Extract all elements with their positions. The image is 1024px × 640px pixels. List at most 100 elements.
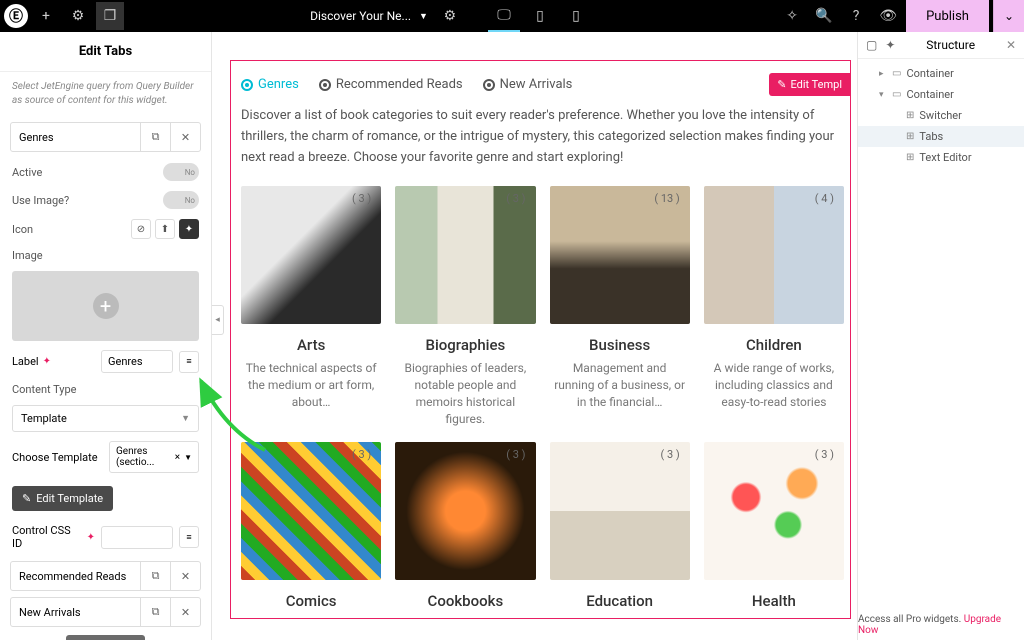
tab-recommended[interactable]: Recommended Reads xyxy=(319,77,463,92)
icon-upload-icon[interactable]: ⬆ xyxy=(155,219,175,239)
publish-button[interactable]: Publish xyxy=(906,0,989,32)
add-element-icon[interactable]: + xyxy=(32,2,60,30)
dynamic-icon[interactable]: ≡ xyxy=(179,351,199,373)
sidebar: Edit Tabs Select JetEngine query from Qu… xyxy=(0,32,212,640)
close-icon[interactable]: ✕ xyxy=(170,123,200,151)
card-count: ( 4 ) xyxy=(815,192,834,205)
card[interactable]: ( 3 ) Cookbooks xyxy=(395,442,535,610)
chevron-down-icon: ▼ xyxy=(184,453,192,462)
container-icon: ▭ xyxy=(892,68,901,79)
intro-text: Discover a list of book categories to su… xyxy=(237,106,844,168)
tree-node[interactable]: ⊞Switcher xyxy=(858,105,1024,126)
clear-icon[interactable]: × xyxy=(175,452,180,463)
settings-icon[interactable]: ⚙ xyxy=(64,2,92,30)
navigator-icon[interactable]: ▢ xyxy=(866,38,877,52)
search-icon[interactable]: 🔍 xyxy=(810,2,838,30)
finder-icon[interactable]: ✧ xyxy=(778,2,806,30)
structure-tree: ▸▭Container▾▭Container⊞Switcher⊞Tabs⊞Tex… xyxy=(858,59,1024,172)
card-desc: Biographies of leaders, notable people a… xyxy=(395,360,535,427)
card-title: Arts xyxy=(241,336,381,354)
active-toggle[interactable]: No xyxy=(163,163,199,181)
sidebar-hint: Select JetEngine query from Query Builde… xyxy=(0,72,211,116)
card-title: Education xyxy=(550,592,690,610)
card-image: ( 3 ) xyxy=(704,442,844,580)
card-image: ( 3 ) xyxy=(241,442,381,580)
settings-icon[interactable]: ✦ xyxy=(885,38,895,52)
footer-note: Access all Pro widgets. Upgrade Now xyxy=(858,614,1020,636)
close-icon[interactable]: ✕ xyxy=(170,598,200,626)
card-desc: A wide range of works, including classic… xyxy=(704,360,844,410)
card[interactable]: ( 3 ) Education xyxy=(550,442,690,610)
caret-icon: ▸ xyxy=(879,69,887,79)
caret-icon: ▾ xyxy=(879,90,887,100)
card[interactable]: ( 3 ) Comics xyxy=(241,442,381,610)
card-count: ( 3 ) xyxy=(815,448,834,461)
icon-none-icon[interactable]: ⊘ xyxy=(131,219,151,239)
label-input[interactable] xyxy=(101,350,173,373)
control-css-id-input[interactable] xyxy=(101,526,173,549)
sidebar-title: Edit Tabs xyxy=(0,32,211,72)
tab-item-genres[interactable]: Genres ⧉ ✕ xyxy=(10,122,201,152)
tree-node[interactable]: ▸▭Container xyxy=(858,63,1024,84)
tab-item-recommended[interactable]: Recommended Reads ⧉ ✕ xyxy=(10,561,201,591)
page-title[interactable]: Discover Your Ne... xyxy=(310,9,411,23)
use-image-toggle[interactable]: No xyxy=(163,191,199,209)
card[interactable]: ( 13 ) Business Management and running o… xyxy=(550,186,690,427)
card-title: Comics xyxy=(241,592,381,610)
image-upload[interactable]: + xyxy=(12,271,199,341)
card-image: ( 3 ) xyxy=(241,186,381,324)
tree-node[interactable]: ⊞Text Editor xyxy=(858,147,1024,168)
icon-library-icon[interactable]: ✦ xyxy=(179,219,199,239)
elementor-logo-icon[interactable]: Ⓔ xyxy=(4,4,28,28)
duplicate-icon[interactable]: ⧉ xyxy=(140,123,170,151)
tree-node[interactable]: ▾▭Container xyxy=(858,84,1024,105)
desktop-device-icon[interactable]: 🖵 xyxy=(488,0,520,32)
label-field: Label ✦ ≡ xyxy=(0,345,211,378)
pencil-icon: ✎ xyxy=(22,492,31,505)
choose-template-select[interactable]: Genres (sectio... × ▼ xyxy=(109,441,199,473)
edit-template-float-button[interactable]: ✎ Edit Templ xyxy=(769,73,850,96)
structure-title: Structure xyxy=(903,38,998,52)
help-icon[interactable]: ? xyxy=(842,2,870,30)
active-field: Active No xyxy=(0,158,211,186)
duplicate-icon[interactable]: ⧉ xyxy=(140,598,170,626)
close-icon[interactable]: ✕ xyxy=(1006,38,1016,52)
content-type-select[interactable]: Template ▼ xyxy=(12,405,199,432)
card-image: ( 3 ) xyxy=(395,442,535,580)
page-settings-icon[interactable]: ⚙ xyxy=(436,2,464,30)
tree-node[interactable]: ⊞Tabs xyxy=(858,126,1024,147)
card[interactable]: ( 4 ) Children A wide range of works, in… xyxy=(704,186,844,427)
close-icon[interactable]: ✕ xyxy=(170,562,200,590)
tab-new-arrivals[interactable]: New Arrivals xyxy=(483,77,573,92)
widget-icon: ⊞ xyxy=(906,152,914,163)
publish-options-icon[interactable]: ⌄ xyxy=(993,0,1024,32)
image-field-label: Image xyxy=(0,244,211,267)
card-desc: The technical aspects of the medium or a… xyxy=(241,360,381,410)
record-icon xyxy=(319,79,331,91)
dynamic-icon[interactable]: ≡ xyxy=(179,526,199,548)
tab-item-new-arrivals[interactable]: New Arrivals ⧉ ✕ xyxy=(10,597,201,627)
tablet-device-icon[interactable]: ▯ xyxy=(524,0,556,32)
canvas: ✎ Edit Templ Genres Recommended Reads Ne… xyxy=(224,32,857,640)
add-item-button[interactable]: + Add Item xyxy=(66,635,146,640)
dynamic-tag-icon[interactable]: ✦ xyxy=(43,356,51,367)
card[interactable]: ( 3 ) Arts The technical aspects of the … xyxy=(241,186,381,427)
use-image-field: Use Image? No xyxy=(0,186,211,214)
card-title: Biographies xyxy=(395,336,535,354)
widget-icon: ⊞ xyxy=(906,131,914,142)
widget-icon: ⊞ xyxy=(906,110,914,121)
content-type-label: Content Type xyxy=(0,378,211,401)
topbar: Ⓔ + ⚙ ❐ Discover Your Ne... ▼ ⚙ 🖵 ▯ ▯ ✧ … xyxy=(0,0,1024,32)
duplicate-icon[interactable]: ⧉ xyxy=(140,562,170,590)
card[interactable]: ( 3 ) Health xyxy=(704,442,844,610)
tab-genres[interactable]: Genres xyxy=(241,77,299,92)
card-count: ( 3 ) xyxy=(661,448,680,461)
dynamic-tag-icon[interactable]: ✦ xyxy=(87,532,95,543)
structure-toggle-icon[interactable]: ❐ xyxy=(96,2,124,30)
sidebar-collapse-handle[interactable]: ◂ xyxy=(212,305,224,335)
preview-icon[interactable]: 👁 xyxy=(874,2,902,30)
edit-template-button[interactable]: ✎ Edit Template xyxy=(12,486,113,511)
chevron-down-icon[interactable]: ▼ xyxy=(419,11,428,22)
card[interactable]: ( 3 ) Biographies Biographies of leaders… xyxy=(395,186,535,427)
mobile-device-icon[interactable]: ▯ xyxy=(560,0,592,32)
